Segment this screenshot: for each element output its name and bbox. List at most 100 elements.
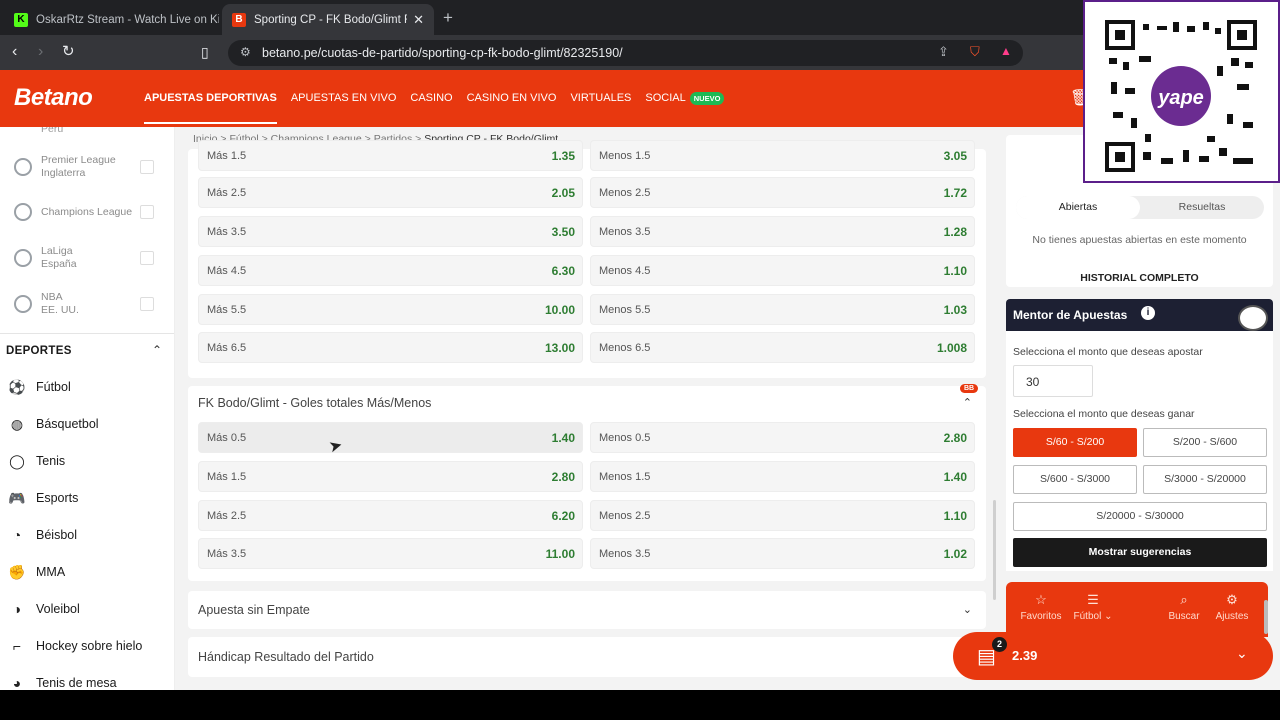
market-apuesta-sin-empate[interactable]: Apuesta sin Empate ⌄	[188, 591, 986, 629]
odd-button[interactable]: Menos 5.5 1.03	[590, 294, 975, 325]
sport-beisbol[interactable]: ◔ Béisbol	[8, 526, 77, 544]
sport-voleibol[interactable]: ◑ Voleibol	[8, 600, 80, 618]
nav-apuestas-deportivas[interactable]: APUESTAS DEPORTIVAS	[144, 92, 277, 124]
sport-mma[interactable]: ✊ MMA	[8, 563, 65, 581]
sport-label: Básquetbol	[36, 417, 99, 431]
brave-shield-icon[interactable]: ⛉	[970, 44, 980, 60]
range-3000-20000-button[interactable]: S/3000 - S/20000	[1143, 465, 1267, 494]
odd-button[interactable]: Menos 3.5 1.02	[590, 538, 975, 569]
odd-value: 1.02	[943, 547, 967, 561]
league-name: LaLiga	[41, 245, 73, 257]
odd-label: Más 6.5	[207, 342, 247, 354]
sport-futbol[interactable]: ⚽ Fútbol	[8, 378, 70, 396]
historial-link[interactable]: HISTORIAL COMPLETO	[1006, 272, 1273, 284]
content-scrollbar[interactable]	[993, 500, 996, 600]
back-icon[interactable]: ‹	[12, 43, 17, 61]
futbol-filter-button[interactable]: ☰ Fútbol ⌄	[1068, 592, 1118, 622]
nav-virtuales[interactable]: VIRTUALES	[570, 92, 631, 124]
tab-abiertas[interactable]: Abiertas	[1016, 196, 1140, 219]
list-icon: ☰	[1087, 592, 1099, 607]
odd-button[interactable]: Más 0.5 1.40	[198, 422, 583, 453]
league-checkbox[interactable]	[140, 251, 154, 265]
range-600-3000-button[interactable]: S/600 - S/3000	[1013, 465, 1137, 494]
odd-button[interactable]: Menos 6.5 1.008	[590, 332, 975, 363]
odd-button[interactable]: Menos 1.5 1.40	[590, 461, 975, 492]
info-icon[interactable]: i	[1141, 306, 1155, 320]
odd-button[interactable]: Menos 3.5 1.28	[590, 216, 975, 247]
odd-button[interactable]: Más 1.5 2.80	[198, 461, 583, 492]
odd-button[interactable]: Más 1.5 1.35	[198, 140, 583, 171]
site-info-icon[interactable]: ⚙	[240, 45, 251, 59]
chevron-up-icon[interactable]: ⌃	[152, 343, 162, 357]
chevron-down-icon[interactable]: ⌄	[1236, 645, 1248, 662]
favoritos-label: Favoritos	[1020, 611, 1062, 622]
odd-button[interactable]: Menos 2.5 1.10	[590, 500, 975, 531]
mostrar-sugerencias-button[interactable]: Mostrar sugerencias	[1013, 538, 1267, 567]
market-handicap[interactable]: Hándicap Resultado del Partido	[188, 637, 986, 677]
nav-social[interactable]: SOCIAL NUEVO	[645, 91, 725, 124]
odd-button[interactable]: Más 3.5 3.50	[198, 216, 583, 247]
range-60-200-button[interactable]: S/60 - S/200	[1013, 428, 1137, 457]
betslip-bar[interactable]: ▤ 2 2.39 ⌄	[953, 632, 1273, 680]
nav-casino[interactable]: CASINO	[410, 92, 452, 124]
new-tab-icon[interactable]: +	[443, 8, 453, 28]
sport-basquetbol[interactable]: ◍ Básquetbol	[8, 415, 99, 433]
odd-value: 6.20	[551, 509, 575, 523]
ajustes-label: Ajustes	[1215, 611, 1249, 622]
svg-text:yape: yape	[1157, 87, 1204, 109]
browser-tab-betano[interactable]: B Sporting CP - FK Bodo/Glimt Fút ✕	[222, 4, 434, 35]
league-premier-league[interactable]: Premier League Inglaterra	[14, 150, 164, 186]
gear-icon: ⚙	[1226, 592, 1238, 607]
odd-button[interactable]: Menos 1.5 3.05	[590, 140, 975, 171]
odd-button[interactable]: Menos 2.5 1.72	[590, 177, 975, 208]
soccer-ball-icon: ⚽	[8, 378, 26, 395]
soccer-ball-icon	[14, 203, 32, 221]
nuevo-badge: NUEVO	[689, 91, 725, 105]
forward-icon[interactable]: ›	[38, 43, 43, 61]
odd-button[interactable]: Más 2.5 2.05	[198, 177, 583, 208]
ajustes-button[interactable]: ⚙ Ajustes	[1207, 592, 1257, 622]
buscar-button[interactable]: ⌕ Buscar	[1159, 592, 1209, 622]
odd-button[interactable]: Más 2.5 6.20	[198, 500, 583, 531]
betano-logo[interactable]: Betano	[14, 84, 93, 112]
odd-button[interactable]: Más 5.5 10.00	[198, 294, 583, 325]
nav-apuestas-en-vivo[interactable]: APUESTAS EN VIVO	[291, 92, 397, 124]
panel-scrollbar[interactable]	[1264, 600, 1268, 634]
share-icon[interactable]: ⇪	[938, 44, 949, 60]
nav-social-label: SOCIAL	[645, 92, 686, 104]
market-title[interactable]: FK Bodo/Glimt - Goles totales Más/Menos	[198, 396, 431, 410]
league-checkbox[interactable]	[140, 160, 154, 174]
league-laliga[interactable]: LaLiga España	[14, 241, 164, 277]
reload-icon[interactable]: ↻	[62, 43, 75, 61]
range-20000-30000-button[interactable]: S/20000 - S/30000	[1013, 502, 1267, 531]
sport-tenis[interactable]: ◯ Tenis	[8, 452, 65, 470]
close-tab-icon[interactable]: ✕	[407, 12, 424, 28]
chevron-down-icon: ⌄	[962, 604, 972, 616]
odd-button[interactable]: Más 3.5 11.00	[198, 538, 583, 569]
sport-hockey[interactable]: ⌐ Hockey sobre hielo	[8, 637, 142, 655]
sport-tenis-de-mesa[interactable]: ◕ Tenis de mesa	[8, 674, 117, 690]
odd-button[interactable]: Menos 0.5 2.80	[590, 422, 975, 453]
league-champions-league[interactable]: Champions League	[14, 195, 164, 231]
league-checkbox[interactable]	[140, 205, 154, 219]
range-200-600-button[interactable]: S/200 - S/600	[1143, 428, 1267, 457]
sport-label: Tenis	[36, 454, 66, 468]
odd-button[interactable]: Menos 4.5 1.10	[590, 255, 975, 286]
chevron-up-icon[interactable]: ⌃	[963, 396, 972, 409]
tab-resueltas[interactable]: Resueltas	[1140, 196, 1264, 219]
address-bar[interactable]: ⚙ betano.pe/cuotas-de-partido/sporting-c…	[228, 40, 1023, 66]
league-nba[interactable]: NBA EE. UU.	[14, 287, 164, 323]
empty-bets-text: No tienes apuestas abiertas en este mome…	[1032, 234, 1247, 246]
bookmark-icon[interactable]: ▯	[201, 43, 209, 61]
odd-button[interactable]: Más 4.5 6.30	[198, 255, 583, 286]
quick-actions-bar: ☆ Favoritos ☰ Fútbol ⌄ ⌕ Buscar ⚙ Ajustes	[1006, 582, 1268, 637]
futbol-label: Fútbol	[1073, 611, 1102, 622]
browser-tab-kick[interactable]: K OskarRtz Stream - Watch Live on Kick	[4, 4, 219, 35]
nav-casino-en-vivo[interactable]: CASINO EN VIVO	[467, 92, 557, 124]
rewards-icon[interactable]: ▲	[1000, 44, 1012, 58]
favoritos-button[interactable]: ☆ Favoritos	[1016, 592, 1066, 622]
stake-input[interactable]: 30	[1013, 365, 1093, 397]
odd-button[interactable]: Más 6.5 13.00	[198, 332, 583, 363]
league-checkbox[interactable]	[140, 297, 154, 311]
sport-esports[interactable]: 🎮 Esports	[8, 489, 78, 507]
